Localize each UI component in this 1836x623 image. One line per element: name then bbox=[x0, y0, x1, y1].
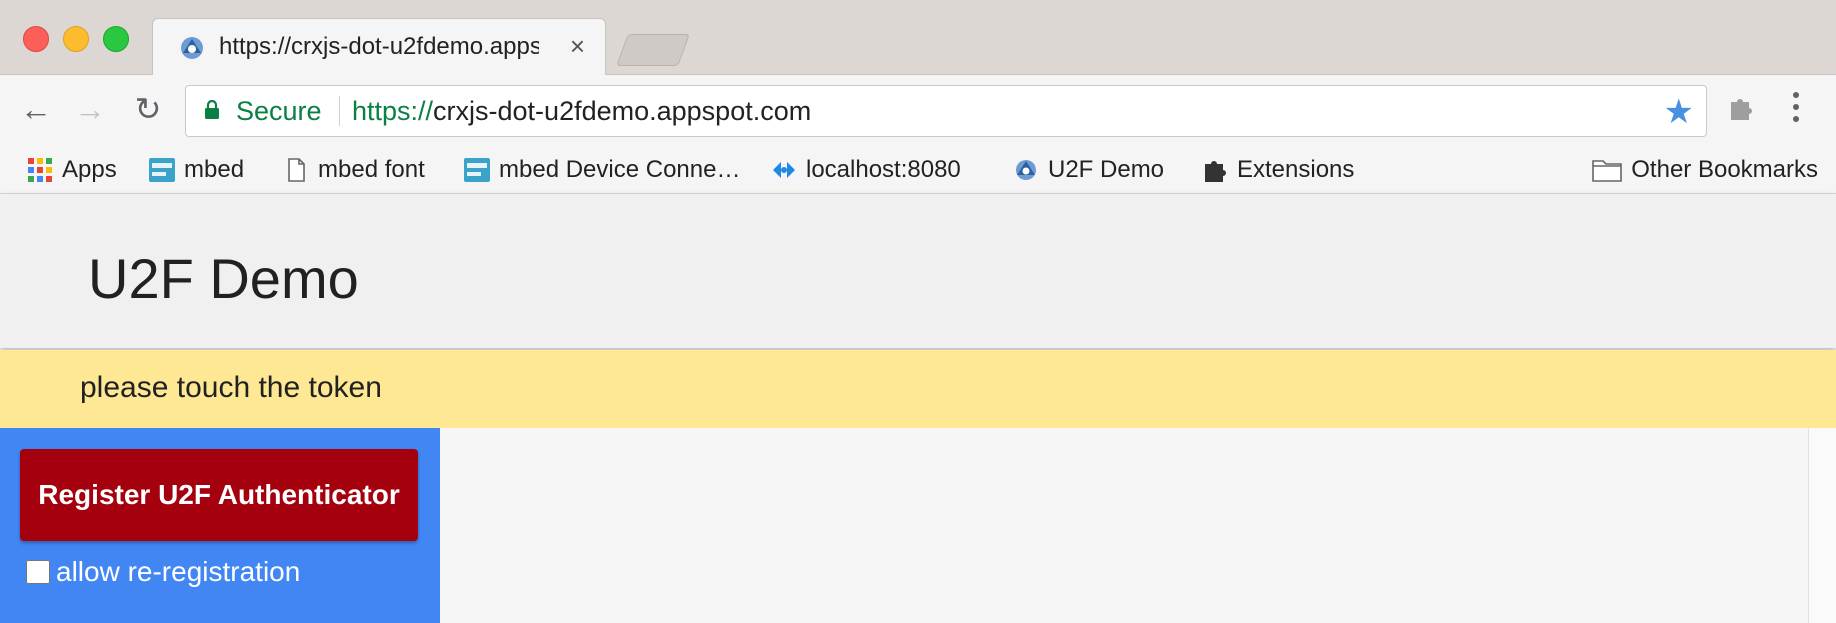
bookmark-label: U2F Demo bbox=[1048, 156, 1165, 183]
omnibox-divider bbox=[339, 96, 340, 126]
bookmark-label: localhost:8080 bbox=[806, 156, 961, 183]
u2f-favicon-icon bbox=[181, 37, 203, 59]
folder-icon bbox=[1592, 160, 1623, 182]
bookmarks-bar: Apps mbed mbed font mbed Device Conne… l… bbox=[0, 147, 1836, 194]
browser-toolbar: ← → ↻ Secure https://crxjs-dot-u2fdemo.a… bbox=[0, 75, 1836, 147]
u2f-favicon-icon bbox=[1016, 160, 1036, 180]
url-text: https://crxjs-dot-u2fdemo.appspot.com bbox=[352, 96, 811, 127]
tab-title: https://crxjs-dot-u2fdemo.appspot.com bbox=[219, 33, 539, 60]
reload-icon[interactable]: ↻ bbox=[130, 91, 166, 127]
forward-icon[interactable]: → bbox=[72, 91, 108, 127]
register-u2f-button[interactable]: Register U2F Authenticator bbox=[20, 449, 418, 541]
new-tab-button[interactable] bbox=[616, 34, 690, 66]
puzzle-icon bbox=[1205, 161, 1226, 182]
url-scheme: https:// bbox=[352, 96, 434, 126]
secure-label: Secure bbox=[236, 96, 322, 126]
bookmark-label: mbed bbox=[184, 156, 245, 183]
close-tab-icon[interactable]: × bbox=[570, 31, 585, 62]
back-icon[interactable]: ← bbox=[18, 91, 54, 127]
allow-reregistration-option[interactable]: allow re-registration bbox=[26, 556, 300, 588]
allow-reregistration-label: allow re-registration bbox=[56, 556, 301, 587]
page-header: U2F Demo bbox=[0, 194, 1836, 348]
page-title: U2F Demo bbox=[88, 247, 359, 310]
minimize-window-button[interactable] bbox=[63, 26, 89, 52]
bookmark-star-icon[interactable]: ★ bbox=[1664, 92, 1694, 132]
bookmark-mbed-device-connector[interactable]: mbed Device Conne… bbox=[463, 154, 740, 186]
blue-diamond-icon bbox=[773, 162, 795, 178]
bookmark-extensions[interactable]: Extensions bbox=[1201, 154, 1354, 186]
address-bar[interactable]: Secure https://crxjs-dot-u2fdemo.appspot… bbox=[185, 85, 1707, 137]
bookmark-label: mbed font bbox=[318, 156, 425, 183]
arm-mbed-icon bbox=[149, 158, 175, 182]
bookmark-label: mbed Device Conne… bbox=[499, 156, 741, 183]
window-titlebar: https://crxjs-dot-u2fdemo.appspot.com × bbox=[0, 0, 1836, 76]
close-window-button[interactable] bbox=[23, 26, 49, 52]
arm-mbed-icon bbox=[464, 158, 490, 182]
main-content bbox=[440, 428, 1816, 623]
bookmark-label: Apps bbox=[62, 156, 117, 183]
notice-banner: please touch the token bbox=[0, 350, 1836, 428]
bookmark-mbed[interactable]: mbed bbox=[148, 154, 244, 186]
browser-menu-icon[interactable] bbox=[1786, 87, 1806, 127]
sidebar-panel: Register U2F Authenticator allow re-regi… bbox=[0, 428, 440, 623]
lock-icon bbox=[205, 100, 219, 119]
notice-text: please touch the token bbox=[80, 371, 382, 404]
bookmark-localhost[interactable]: localhost:8080 bbox=[770, 154, 961, 186]
bookmark-u2f-demo[interactable]: U2F Demo bbox=[1012, 154, 1164, 186]
bookmark-mbed-font[interactable]: mbed font bbox=[282, 154, 425, 186]
browser-tab-active[interactable]: https://crxjs-dot-u2fdemo.appspot.com × bbox=[152, 18, 606, 76]
document-icon bbox=[288, 158, 305, 182]
other-bookmarks[interactable]: Other Bookmarks bbox=[1591, 154, 1818, 186]
other-bookmarks-label: Other Bookmarks bbox=[1631, 156, 1818, 183]
bookmark-apps[interactable]: Apps bbox=[26, 154, 117, 186]
allow-reregistration-checkbox[interactable] bbox=[26, 560, 50, 584]
extension-puzzle-icon[interactable] bbox=[1726, 93, 1756, 123]
page-scrollbar[interactable] bbox=[1808, 428, 1836, 623]
zoom-window-button[interactable] bbox=[103, 26, 129, 52]
apps-grid-icon bbox=[28, 158, 52, 182]
bookmark-label: Extensions bbox=[1237, 156, 1355, 183]
url-host: crxjs-dot-u2fdemo.appspot.com bbox=[433, 96, 812, 126]
